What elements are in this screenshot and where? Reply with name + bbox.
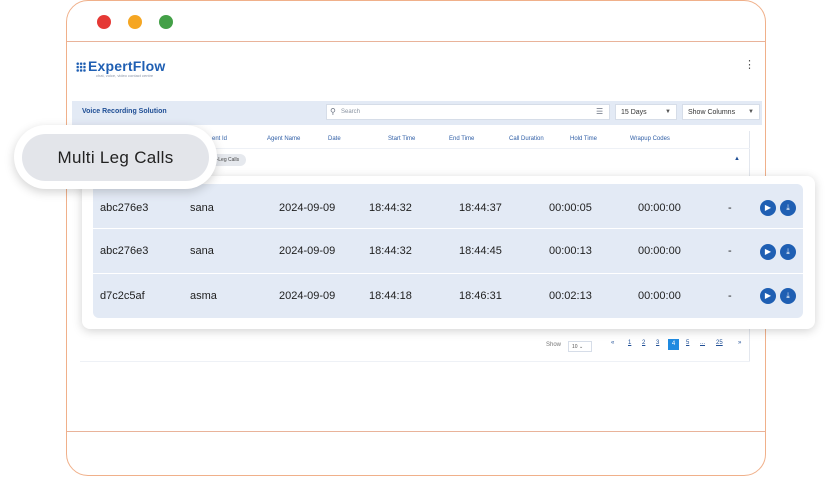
page-4-active[interactable]: 4 <box>668 339 679 350</box>
cell-agent: sana <box>190 202 214 214</box>
column-header-start-time[interactable]: Start Time <box>388 136 415 142</box>
cell-date: 2024-09-09 <box>279 202 336 214</box>
prev-page-button[interactable]: « <box>611 340 614 346</box>
column-header-call-duration[interactable]: Call Duration <box>509 136 544 142</box>
search-input[interactable]: Search <box>326 104 610 120</box>
cell-hold: 00:00:00 <box>638 290 681 302</box>
column-header-date[interactable]: Date <box>328 136 341 142</box>
play-icon[interactable]: ▶ <box>760 288 776 304</box>
cell-duration: 00:00:13 <box>549 245 592 257</box>
cell-agent: sana <box>190 245 214 257</box>
cell-duration: 00:02:13 <box>549 290 592 302</box>
cell-id: d7c2c5af <box>100 290 145 302</box>
cell-start: 18:44:32 <box>369 202 412 214</box>
cell-end: 18:44:45 <box>459 245 502 257</box>
page-size-value: 10 <box>572 344 578 350</box>
page-title: Voice Recording Solution <box>82 108 167 115</box>
search-icon: ⚲ <box>330 107 336 116</box>
filter-icon[interactable]: ☰ <box>596 107 603 116</box>
column-header-end-time[interactable]: End Time <box>449 136 474 142</box>
cell-agent: asma <box>190 290 217 302</box>
page-size-select[interactable]: 10 ⌄ <box>568 341 592 352</box>
show-columns-button[interactable]: Show Columns ▼ <box>682 104 760 120</box>
table-row[interactable]: abc276e3 sana 2024-09-09 18:44:32 18:44:… <box>93 229 803 273</box>
chevron-down-icon: ▼ <box>748 109 754 115</box>
collapse-icon[interactable]: ▲ <box>734 156 740 162</box>
page-1[interactable]: 1 <box>628 340 631 346</box>
next-page-button[interactable]: » <box>738 340 741 346</box>
logo-text: ExpertFlow <box>88 58 166 74</box>
cell-wrap: - <box>728 290 732 302</box>
cell-id: abc276e3 <box>100 202 149 214</box>
download-icon[interactable]: ⤓ <box>780 244 796 260</box>
page-size-label: Show <box>546 342 562 348</box>
cell-duration: 00:00:05 <box>549 202 592 214</box>
cell-end: 18:46:31 <box>459 290 502 302</box>
cell-wrap: - <box>728 245 732 257</box>
maximize-window-dot[interactable] <box>159 15 173 29</box>
multi-leg-calls-callout: Multi Leg Calls <box>22 134 209 181</box>
close-window-dot[interactable] <box>97 15 111 29</box>
play-icon[interactable]: ▶ <box>760 244 776 260</box>
cell-id: abc276e3 <box>100 245 149 257</box>
app-logo: ExpertFlow <box>76 58 165 74</box>
footer-divider <box>67 431 765 432</box>
cell-hold: 00:00:00 <box>638 202 681 214</box>
minimize-window-dot[interactable] <box>128 15 142 29</box>
date-range-value: 15 Days <box>621 109 647 116</box>
page-ellipsis: ... <box>700 340 706 346</box>
page-25[interactable]: 25 <box>716 340 723 346</box>
cell-end: 18:44:37 <box>459 202 502 214</box>
cell-wrap: - <box>728 202 732 214</box>
cell-date: 2024-09-09 <box>279 290 336 302</box>
table-row[interactable]: d7c2c5af asma 2024-09-09 18:44:18 18:46:… <box>93 274 803 318</box>
page-2[interactable]: 2 <box>642 340 645 346</box>
page-3[interactable]: 3 <box>656 340 659 346</box>
show-columns-label: Show Columns <box>688 109 736 116</box>
download-icon[interactable]: ⤓ <box>780 200 796 216</box>
cell-hold: 00:00:00 <box>638 245 681 257</box>
page-5[interactable]: 5 <box>686 340 689 346</box>
cell-date: 2024-09-09 <box>279 245 336 257</box>
column-header-agent-id[interactable]: ent Id <box>212 136 227 142</box>
cell-start: 18:44:32 <box>369 245 412 257</box>
column-header-wrapup-codes[interactable]: Wrapup Codes <box>630 136 670 142</box>
column-header-agent-name[interactable]: Agent Name <box>267 136 300 142</box>
download-icon[interactable]: ⤓ <box>780 288 796 304</box>
logo-tagline: chat, voice, video contact centre <box>96 73 154 78</box>
logo-grid-icon <box>76 62 86 73</box>
date-range-select[interactable]: 15 Days ▼ <box>615 104 677 120</box>
title-bar-divider <box>67 41 765 42</box>
more-menu-icon[interactable]: ⋮ <box>744 60 755 71</box>
chevron-down-icon: ▼ <box>665 109 671 115</box>
play-icon[interactable]: ▶ <box>760 200 776 216</box>
table-row[interactable]: abc276e3 sana 2024-09-09 18:44:32 18:44:… <box>93 185 803 229</box>
cell-start: 18:44:18 <box>369 290 412 302</box>
column-header-hold-time[interactable]: Hold Time <box>570 136 597 142</box>
